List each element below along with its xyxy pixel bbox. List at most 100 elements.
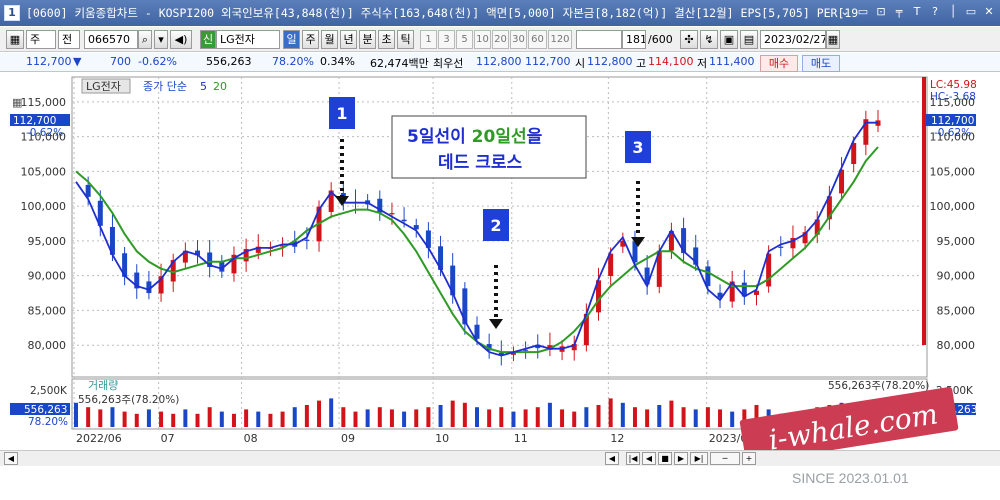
volume-bar [475,407,479,427]
volume-value: 556,263 [206,55,252,68]
pin-icon[interactable]: ╤ [892,4,906,20]
x-axis: 2022/06 07 08 09 10 11 12 2023/01 [76,432,754,445]
settings-icon[interactable]: ▤ [740,30,758,49]
lc-label: LC:45.98 [930,79,977,91]
grid-icon[interactable]: ▦ [6,30,24,49]
count-field[interactable]: 181 [622,30,646,49]
right-edge-bar-red [922,77,926,345]
volume-bar [730,411,735,427]
x-tick-label: 2022/06 [76,432,122,445]
collapse-icon[interactable]: ⌄ [838,4,852,20]
close-icon[interactable]: ✕ [982,4,996,20]
zoom-slider[interactable]: ─ [710,452,740,465]
minimize-icon[interactable]: ▭ [856,4,870,20]
save-icon[interactable]: ▣ [720,30,738,49]
x-tick-label: 10 [435,432,449,445]
window-controls: ⌄ ▭ ⊡ ╤ T ? │ ▭ ✕ [838,4,996,20]
page-footer: SINCE 2023.01.01 [0,466,1000,500]
candle-body [304,239,310,241]
tab-period-minute[interactable]: 분 [359,30,376,49]
indicator-icon[interactable]: ✣ [680,30,698,49]
zoom-in-icon[interactable]: + [742,452,756,465]
scroll-prev-icon[interactable]: ◀ [642,452,656,465]
chart-settings-icon: ▦ [12,96,22,109]
volume-bar [365,409,370,427]
code-input[interactable]: 066570 [84,30,138,49]
tab-period-week[interactable]: 주 [302,30,319,49]
volume-bar [693,409,698,427]
vol-axis-left: 2,500K [30,385,68,397]
x-tick-label: 07 [161,432,175,445]
y-tick-label-right: 80,000 [937,339,976,352]
chart-scrollbar[interactable]: ◀ ◀ |◀ ◀ ■ ▶ ▶| ─ + [0,450,1000,466]
volume-bar [134,413,139,427]
minute-button[interactable]: 60 [528,30,547,49]
ask-price: 112,700 [525,55,571,68]
stock-name-field[interactable]: LG전자 [216,30,280,49]
current-price: 112,700 [26,55,72,68]
new-badge[interactable]: 신 [200,30,216,49]
ma-type-label: 종가 단순 [143,80,187,93]
minute-button[interactable]: 5 [456,30,473,49]
y-tick-label-right: 105,000 [930,165,976,178]
help-icon[interactable]: ? [928,4,942,20]
minute-button[interactable]: 30 [510,30,527,49]
chevron-down-icon[interactable]: ▾ [154,30,168,49]
volume-bar [389,409,394,427]
scope-select[interactable]: 전 [58,30,80,49]
restore-icon[interactable]: ⊡ [874,4,888,20]
candle-body [389,213,395,215]
chart-area[interactable]: 80,000 85,000 90,000 95,000 100,000 105,000 11… [0,73,1000,470]
scroll-next-icon[interactable]: ▶ [674,452,688,465]
volume-bar [110,407,115,427]
y-tick-label-right: 90,000 [937,270,976,283]
tab-period-second[interactable]: 초 [378,30,395,49]
calendar-icon[interactable]: ▦ [826,30,840,49]
minute-button[interactable]: 20 [492,30,509,49]
volume-bar [645,409,650,427]
ma20-label: 20 [213,80,227,93]
volume-bar [572,411,577,427]
volume-bar [632,407,637,427]
bid-price: 112,800 [476,55,522,68]
tab-period-tick[interactable]: 틱 [397,30,414,49]
stop-icon[interactable]: ■ [658,452,672,465]
volume-bar [560,409,565,427]
tab-period-day[interactable]: 일 [283,30,300,49]
volume-bar [207,407,212,427]
scroll-left-icon[interactable]: ◀ [605,452,619,465]
minute-button[interactable]: 3 [438,30,455,49]
scroll-first-icon[interactable]: |◀ [626,452,640,465]
search-icon[interactable]: ⌕ [138,30,152,49]
tab-period-year[interactable]: 년 [340,30,357,49]
ma5-label: 5 [200,80,207,93]
custom-period-select[interactable] [576,30,622,49]
volume-bar [195,413,200,427]
font-icon[interactable]: T [910,4,924,20]
volume-bar [231,413,236,427]
minute-button[interactable]: 120 [548,30,572,49]
scroll-last-icon[interactable]: ▶| [690,452,708,465]
date-field[interactable]: 2023/02/27 [760,30,826,49]
since-text: SINCE 2023.01.01 [792,470,909,486]
market-select[interactable]: 주 [26,30,56,49]
volume-bar [317,400,322,427]
buy-button[interactable]: 매수 [760,55,798,72]
scroll-left-icon[interactable]: ◀ [4,452,18,465]
x-tick-label: 08 [244,432,258,445]
sell-button[interactable]: 매도 [802,55,840,72]
y-tick-label-right: 85,000 [937,304,976,317]
minute-button[interactable]: 1 [420,30,437,49]
quote-bar: 112,700 ▼ 700 -0.62% 556,263 78.20% 0.34… [0,53,1000,72]
zoom-icon[interactable]: ↯ [700,30,718,49]
window-title: [0600] 키움종합차트 - KOSPI200 외국인보유[43,848(천)… [26,6,861,20]
speaker-icon[interactable]: ◀) [170,30,192,49]
volume-bar [523,409,528,427]
pct-tag-left: -0.62% [26,127,63,139]
minute-button[interactable]: 10 [474,30,491,49]
volume-bar [596,405,601,427]
candlestick-chart-svg[interactable]: 80,00085,00090,00095,000100,000105,00011… [0,73,1000,464]
maximize-icon[interactable]: ▭ [964,4,978,20]
tab-period-month[interactable]: 월 [321,30,338,49]
volume-bar [353,411,358,427]
